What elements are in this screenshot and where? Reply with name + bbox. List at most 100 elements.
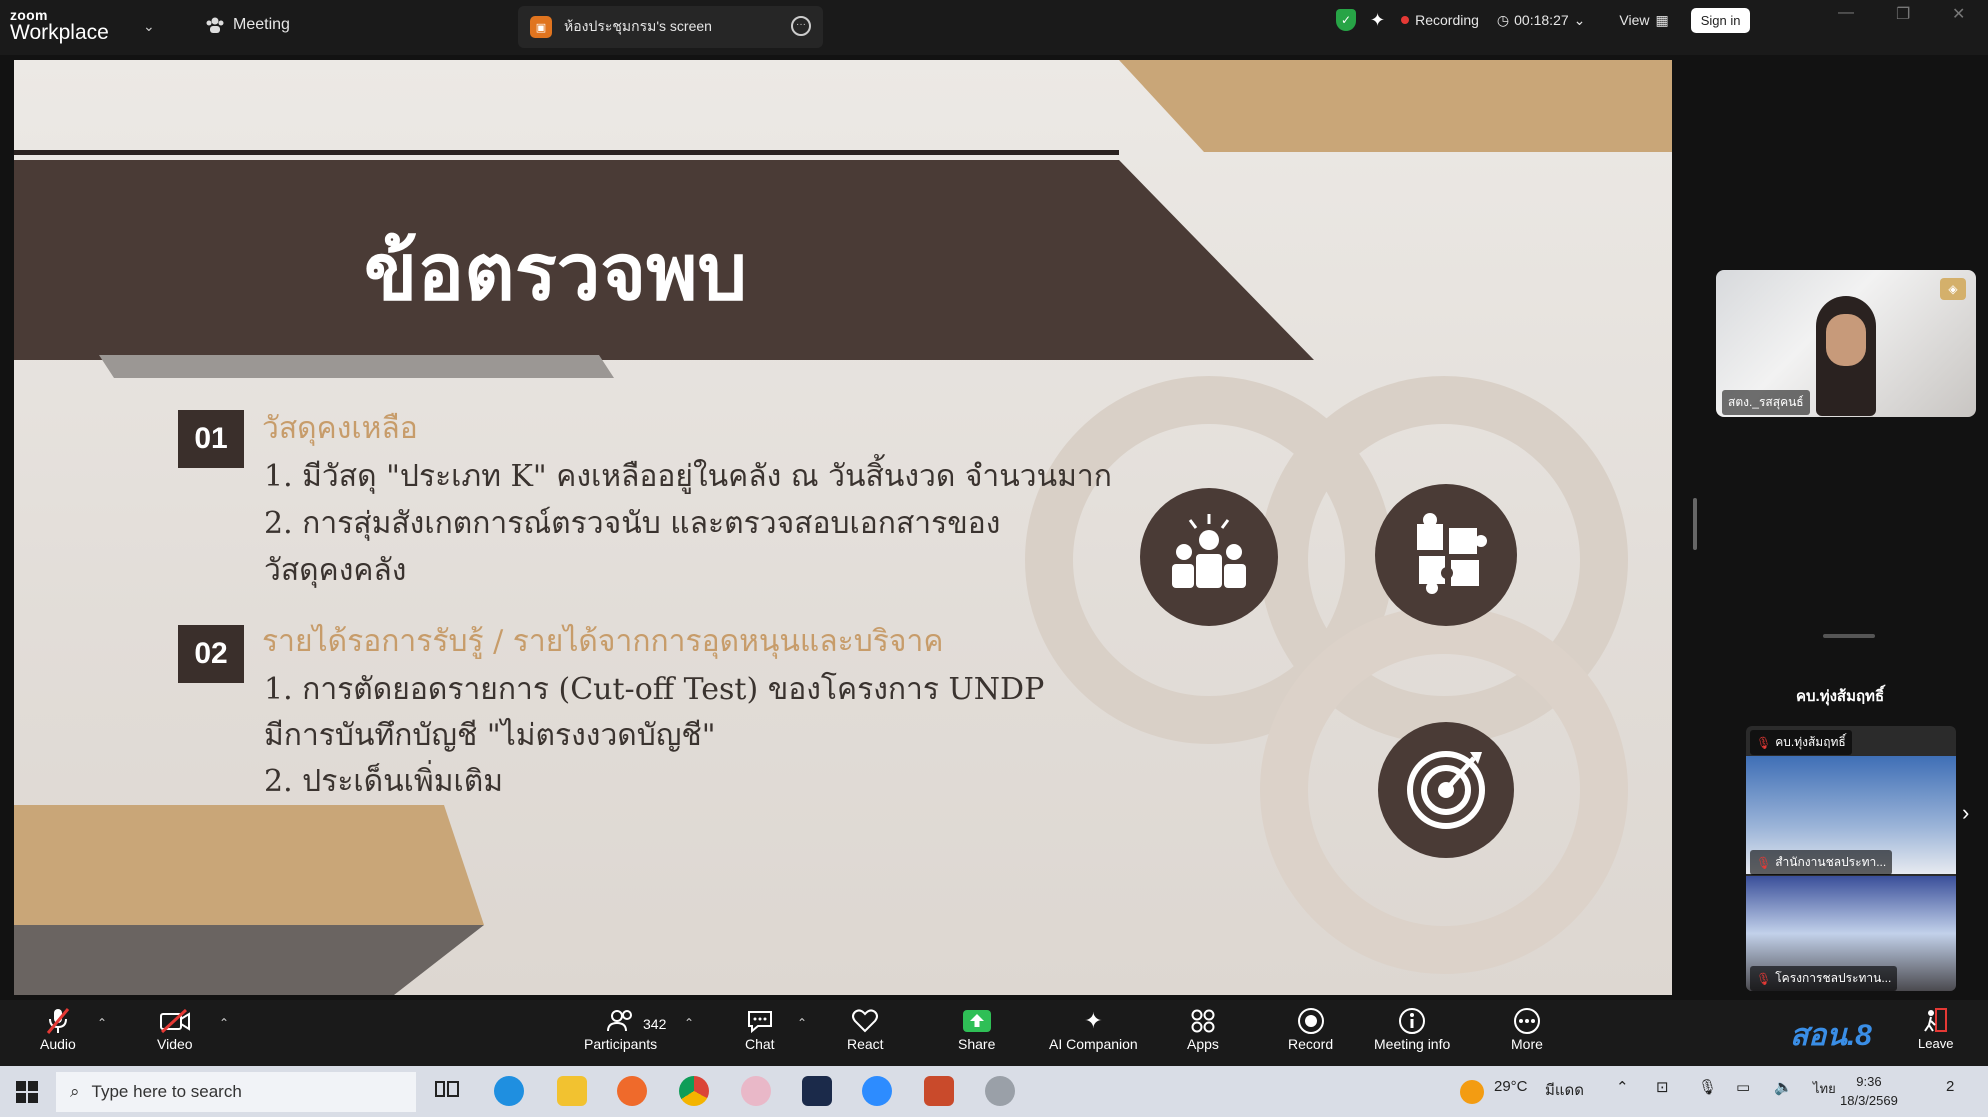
mic-muted-icon: 🎙: [1756, 971, 1772, 986]
zoom-icon[interactable]: [862, 1076, 892, 1106]
leave-door-icon: [1922, 1006, 1950, 1036]
ai-companion-label: AI Companion: [1049, 1036, 1138, 1052]
heart-icon: [851, 1006, 879, 1036]
restore-icon[interactable]: ❐: [1896, 4, 1910, 24]
record-icon: [1297, 1006, 1325, 1036]
brand-small: zoom: [10, 7, 48, 23]
app-icon[interactable]: [741, 1076, 771, 1106]
task-view-icon[interactable]: [434, 1076, 464, 1106]
taskbar-search[interactable]: ⌕ Type here to search: [56, 1072, 416, 1112]
section-heading: รายได้รอการรับรู้ / รายได้จากการอุดหนุนแ…: [262, 624, 944, 659]
section-line: 2. การสุ่มสังเกตการณ์ตรวจนับ และตรวจสอบเ…: [264, 506, 1001, 541]
recording-dot-icon: [1401, 16, 1410, 24]
edge-icon[interactable]: [494, 1076, 524, 1106]
search-icon: ⌕: [70, 1082, 80, 1101]
video-button[interactable]: Video: [157, 1006, 193, 1052]
leave-button[interactable]: Leave: [1918, 1006, 1953, 1051]
share-label: Share: [958, 1036, 996, 1052]
clock-icon: ◷: [1496, 11, 1510, 28]
panel-resize-handle[interactable]: [1693, 498, 1697, 550]
meeting-timer[interactable]: ◷ 00:18:27 ⌄: [1497, 12, 1585, 29]
meeting-menu[interactable]: Meeting: [205, 16, 290, 34]
share-screen-tab[interactable]: ▣ ห้องประชุมกรม's screen ···: [518, 6, 823, 48]
meeting-info-button[interactable]: Meeting info: [1374, 1006, 1450, 1052]
taskbar-clock[interactable]: 9:36 18/3/2569: [1840, 1072, 1898, 1110]
participant-label: 🎙 สำนักงานชลประทา...: [1750, 850, 1893, 875]
participant-name: สำนักงานชลประทา...: [1775, 855, 1887, 869]
audio-label: Audio: [40, 1036, 76, 1052]
chevron-down-icon[interactable]: ⌄: [143, 18, 155, 35]
recording-label[interactable]: Recording: [1415, 12, 1479, 28]
leave-label: Leave: [1918, 1036, 1954, 1051]
app-icon[interactable]: [985, 1076, 1015, 1106]
language-indicator[interactable]: ไทย: [1813, 1078, 1836, 1099]
chrome-icon[interactable]: [679, 1076, 709, 1106]
slide-title: ข้อตรวจพบ: [364, 227, 748, 318]
zoom-logo[interactable]: zoom Workplace: [10, 8, 109, 43]
chevron-right-icon[interactable]: ›: [1962, 800, 1969, 826]
firefox-icon[interactable]: [617, 1076, 647, 1106]
notifications-icon[interactable]: 2: [1946, 1078, 1954, 1095]
participants-icon: [606, 1006, 635, 1036]
file-explorer-icon[interactable]: [557, 1076, 587, 1106]
weather-sun-icon[interactable]: [1460, 1080, 1484, 1104]
powerpoint-icon[interactable]: [924, 1076, 954, 1106]
chevron-up-icon[interactable]: ⌃: [219, 1016, 229, 1030]
network-icon[interactable]: ⊡: [1656, 1078, 1669, 1096]
puzzle-icon: [1375, 484, 1517, 626]
windows-taskbar: ⌕ Type here to search 29°C มีแดด ⌃ ⊡ 🎙 ▭…: [0, 1066, 1988, 1117]
more-options-icon[interactable]: ···: [791, 16, 811, 36]
weather-text: มีแดด: [1545, 1082, 1585, 1099]
meeting-people-icon: [206, 17, 224, 33]
chevron-up-icon[interactable]: ⌃: [97, 1016, 107, 1030]
grid-view-icon: ▦: [1655, 11, 1669, 28]
close-icon[interactable]: ✕: [1952, 4, 1965, 24]
clock-date: 18/3/2569: [1840, 1093, 1898, 1108]
display-icon[interactable]: ▭: [1736, 1078, 1750, 1096]
share-button[interactable]: Share: [958, 1006, 995, 1052]
ai-companion-button[interactable]: ✦ AI Companion: [1049, 1006, 1138, 1052]
app-icon[interactable]: [802, 1076, 832, 1106]
participant-label: 🎙 โครงการชลประทาน...: [1750, 966, 1898, 991]
record-button[interactable]: Record: [1288, 1006, 1333, 1052]
section-heading: วัสดุคงเหลือ: [262, 411, 418, 446]
chevron-down-icon: ⌄: [1573, 11, 1586, 28]
temperature[interactable]: 29°C: [1494, 1078, 1528, 1095]
shared-slide: ข้อตรวจพบ 01 วัสดุคงเหลือ 1. มีวัสดุ "ปร…: [14, 60, 1672, 995]
section-line: มีการบันทึกบัญชี "ไม่ตรงงวดบัญชี": [264, 718, 716, 753]
sign-in-button[interactable]: Sign in: [1690, 7, 1751, 33]
video-label: Video: [157, 1036, 193, 1052]
video-tile-gallery[interactable]: 🎙 คบ.ทุ่งส้มฤทธิ์ 🎙 สำนักงานชลประทา... 🎙…: [1746, 726, 1956, 991]
meeting-label: Meeting: [233, 16, 290, 33]
video-tile-speaker[interactable]: ◈ สตง._รสสุคนธ์: [1716, 270, 1976, 417]
more-button[interactable]: More: [1511, 1006, 1543, 1052]
view-button[interactable]: View ▦: [1619, 12, 1668, 29]
chat-button[interactable]: Chat: [745, 1006, 775, 1052]
security-shield-icon[interactable]: ✓: [1336, 9, 1356, 31]
participant-name: โครงการชลประทาน...: [1775, 971, 1892, 985]
chevron-up-icon[interactable]: ⌃: [1616, 1078, 1629, 1096]
chat-label: Chat: [745, 1036, 775, 1052]
chevron-up-icon[interactable]: ⌃: [684, 1016, 694, 1030]
share-screen-icon: [961, 1006, 993, 1036]
windows-start-icon[interactable]: [16, 1081, 38, 1108]
notification-count: 2: [1946, 1078, 1955, 1095]
apps-button[interactable]: Apps: [1187, 1006, 1219, 1052]
active-speaker-name: คบ.ทุ่งส้มฤทธิ์: [1796, 688, 1885, 705]
panel-drag-handle[interactable]: [1823, 634, 1875, 638]
more-label: More: [1511, 1036, 1543, 1052]
react-button[interactable]: React: [847, 1006, 884, 1052]
audio-button[interactable]: Audio: [40, 1006, 76, 1052]
participants-label: Participants: [584, 1036, 658, 1052]
section-line: วัสดุคงคลัง: [264, 553, 407, 588]
minimize-icon[interactable]: —: [1838, 4, 1854, 22]
ai-sparkle-icon[interactable]: ✦: [1370, 10, 1385, 31]
zoom-window: zoom Workplace ⌄ Meeting ▣ ห้องประชุมกรม…: [0, 0, 1988, 1117]
top-bar: zoom Workplace ⌄ Meeting ▣ ห้องประชุมกรม…: [0, 0, 1988, 55]
volume-icon[interactable]: 🔈: [1774, 1078, 1793, 1096]
share-app-icon: ▣: [530, 16, 552, 38]
chevron-up-icon[interactable]: ⌃: [797, 1016, 807, 1030]
microphone-icon[interactable]: 🎙: [1698, 1078, 1717, 1096]
ai-sparkle-icon: ✦: [1084, 1008, 1103, 1033]
section-line: 1. มีวัสดุ "ประเภท K" คงเหลืออยู่ในคลัง …: [264, 459, 1112, 494]
